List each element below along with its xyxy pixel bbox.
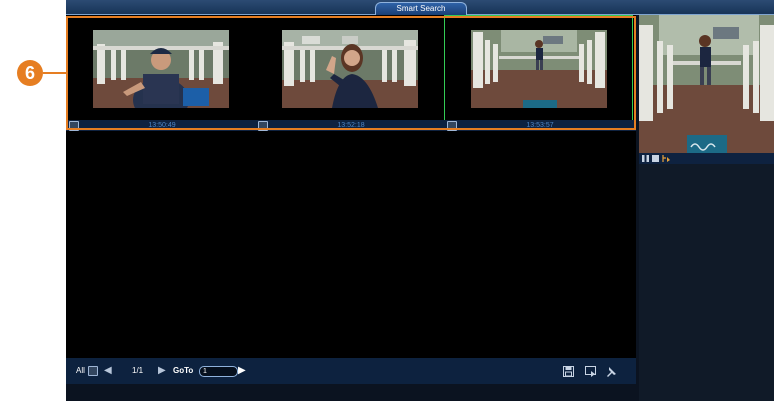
result-time-1: 13:50:49 — [148, 122, 176, 129]
callout-line — [43, 72, 66, 74]
result-checkbox-2[interactable] — [258, 121, 268, 131]
pin-icon[interactable] — [606, 366, 617, 377]
marker-icon[interactable] — [662, 154, 671, 163]
select-all-checkbox[interactable] — [88, 366, 98, 376]
bottom-strip — [66, 384, 636, 401]
title-bar: Smart Search — [66, 0, 774, 15]
preview-controls — [639, 153, 774, 164]
thumbnail-row — [66, 15, 636, 131]
result-time-3: 13:53:57 — [526, 122, 554, 129]
woman-walking-photo — [639, 15, 774, 153]
result-time-2: 13:52:18 — [337, 122, 365, 129]
goto-label: GoTo — [173, 366, 194, 375]
result-thumbnail-2[interactable] — [255, 15, 444, 131]
result-thumbnail-1[interactable] — [66, 15, 255, 131]
result-checkbox-1[interactable] — [69, 121, 79, 131]
callout-badge: 6 — [17, 60, 43, 86]
smart-search-window: Smart Search 13:50:49 13:52:18 13:53:57 … — [66, 0, 774, 401]
pagination-bar: All ◀ 1/1 ▶ GoTo 1 ▶ — [66, 358, 636, 384]
timestamp-bar: 13:50:49 13:52:18 13:53:57 — [66, 120, 636, 131]
stop-icon[interactable] — [652, 155, 659, 162]
next-page-icon[interactable]: ▶ — [158, 358, 166, 384]
select-all-label: All — [76, 366, 85, 375]
save-icon[interactable] — [563, 366, 574, 377]
result-thumbnail-3[interactable] — [444, 15, 633, 131]
woman-waving-photo — [282, 30, 418, 108]
window-title: Smart Search — [375, 2, 467, 15]
woman-walking-photo — [471, 30, 607, 108]
goto-page-input[interactable]: 1 — [199, 366, 238, 377]
prev-page-icon[interactable]: ◀ — [104, 358, 112, 384]
goto-go-icon[interactable]: ▶ — [238, 358, 246, 384]
page-indicator: 1/1 — [132, 366, 144, 375]
preview-player — [639, 15, 774, 153]
result-checkbox-3[interactable] — [447, 121, 457, 131]
delivery-man-photo — [93, 30, 229, 108]
pause-icon[interactable] — [642, 155, 649, 162]
results-area: 13:50:49 13:52:18 13:53:57 — [66, 15, 636, 358]
export-icon[interactable] — [585, 366, 596, 377]
side-panel — [639, 164, 774, 401]
